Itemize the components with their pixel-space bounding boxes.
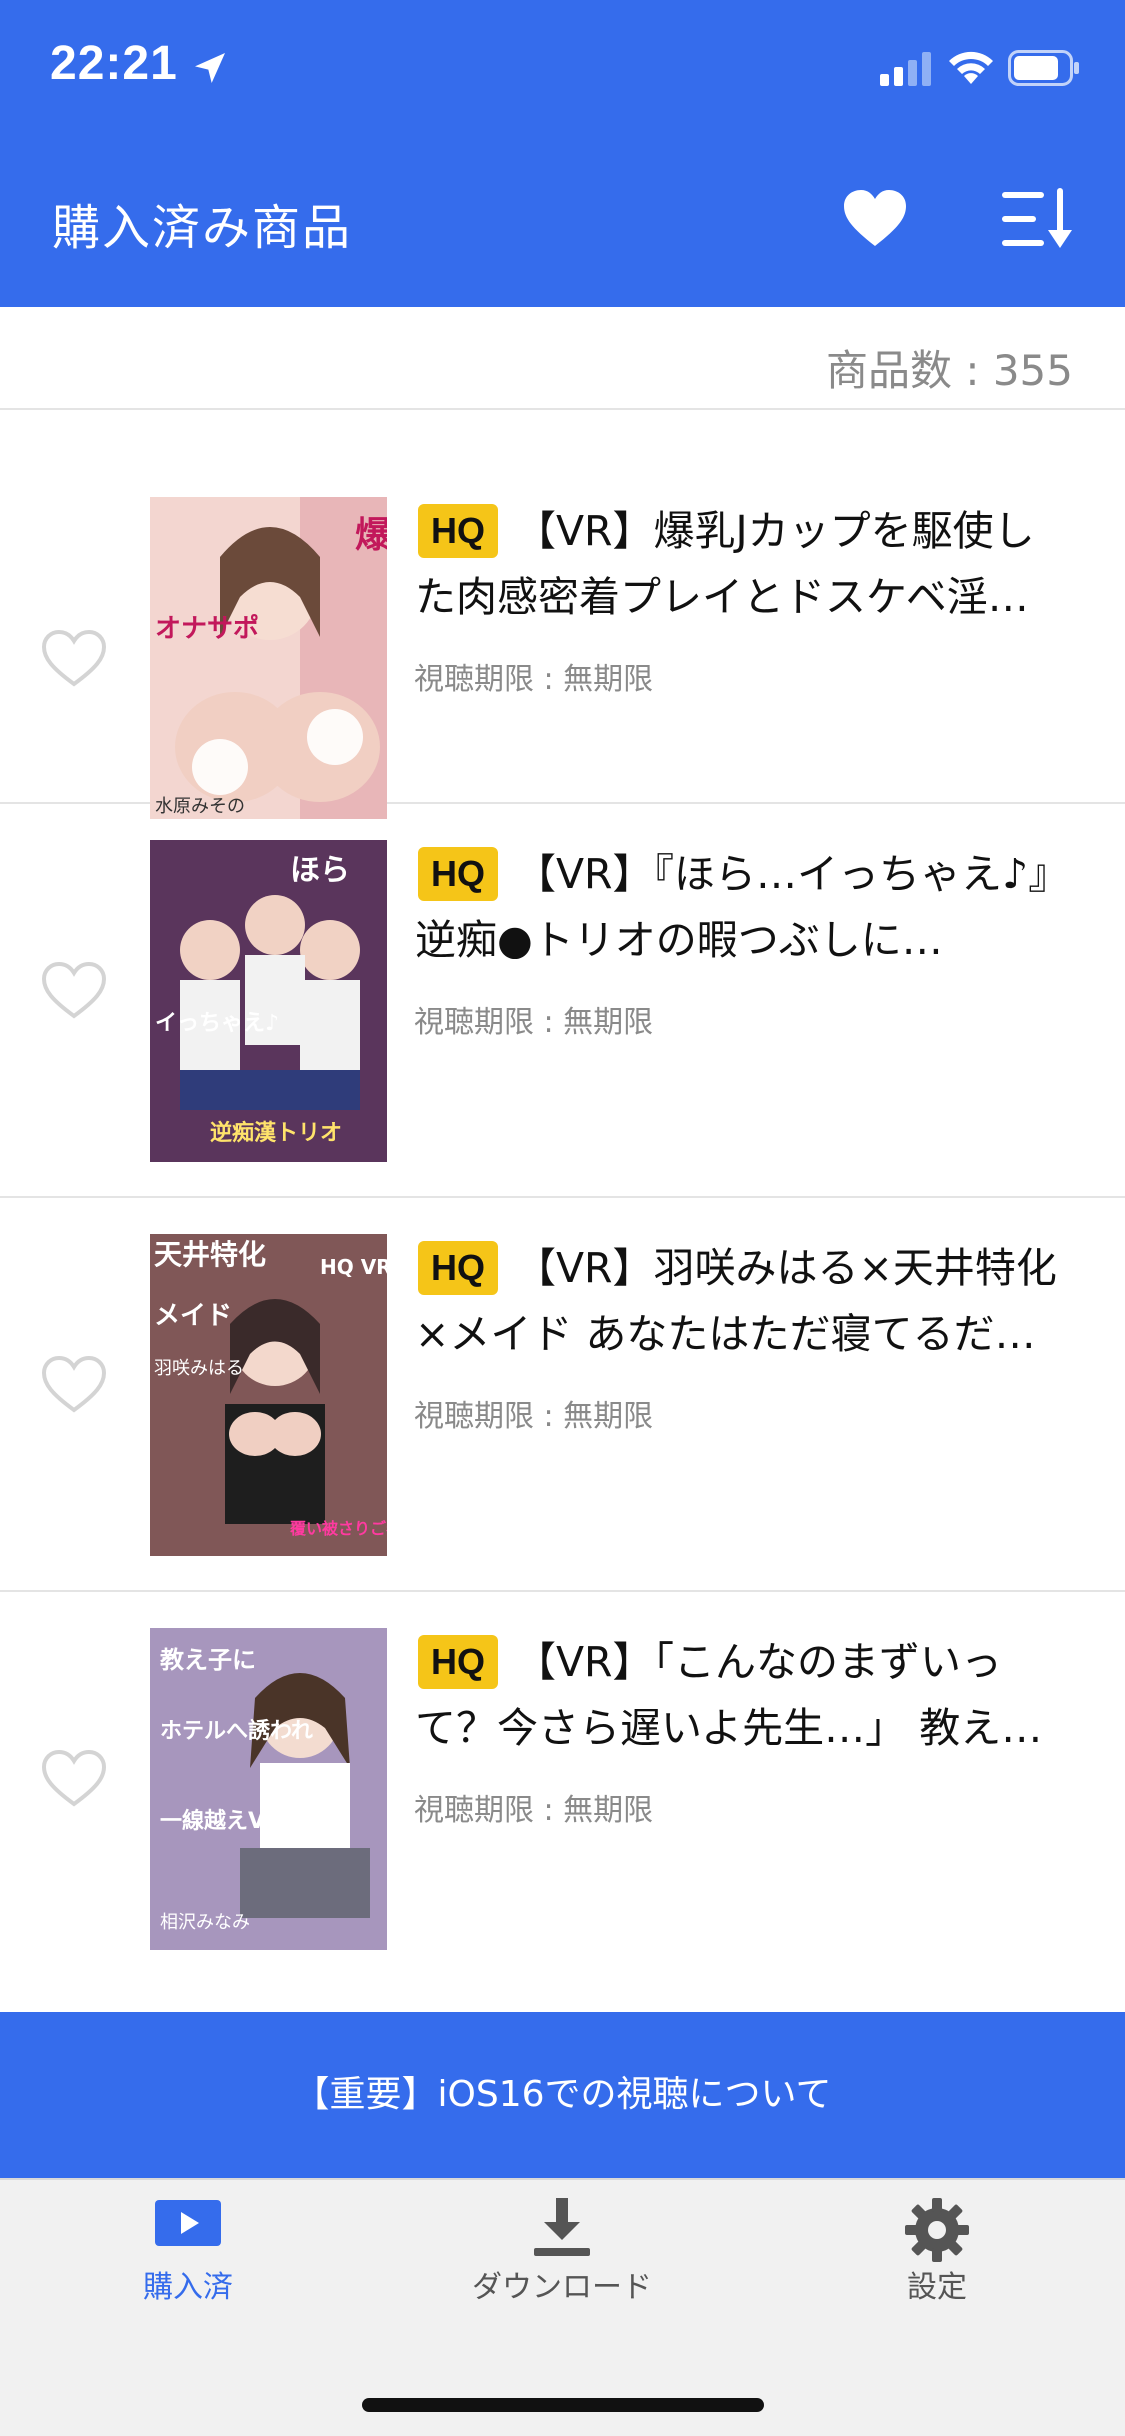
favorite-heart-outline-icon[interactable] xyxy=(40,1354,108,1416)
battery-icon xyxy=(1008,50,1079,86)
sort-icon[interactable] xyxy=(1002,186,1074,252)
cover-text: 覆い被さりご奉仕 xyxy=(289,1519,387,1538)
tab-settings[interactable]: 設定 xyxy=(807,2198,1067,2348)
status-time: 22:21 xyxy=(50,37,178,90)
cover-text: イっちゃえ♪ xyxy=(155,1011,279,1036)
favorites-heart-icon[interactable] xyxy=(842,188,908,250)
cover-text: 逆痴漢トリオ xyxy=(210,1120,342,1146)
tab-label: ダウンロード xyxy=(472,2270,652,2305)
tab-label: 設定 xyxy=(907,2270,967,2305)
cover-text: 相沢みなみ xyxy=(160,1912,250,1933)
product-title[interactable]: 【VR】『ほら…イっちゃえ♪』逆痴●トリオの暇つぶしに… xyxy=(415,841,1075,973)
list-item[interactable]: 教え子に ホテルへ誘われ 一線越えVR 相沢みなみ HQ 【VR】「こんなのまず… xyxy=(0,1592,1125,1986)
list-item[interactable]: 爆乳 オナサポ 水原みその HQ 【VR】爆乳Jカップを駆使した肉感密着プレイと… xyxy=(0,410,1125,819)
product-thumbnail[interactable]: ほら イっちゃえ♪ 逆痴漢トリオ xyxy=(150,840,387,1162)
tab-download[interactable]: ダウンロード xyxy=(432,2198,692,2348)
status-bar: 22:21 xyxy=(0,0,1125,130)
favorite-heart-outline-icon[interactable] xyxy=(40,960,108,1022)
download-icon xyxy=(534,2198,590,2256)
expiry-label: 視聴期限 : 無期限 xyxy=(414,1793,654,1828)
product-thumbnail[interactable]: 天井特化 メイド 羽咲みはる HQ VR 覆い被さりご奉仕 xyxy=(150,1234,387,1556)
page-title: 購入済み商品 xyxy=(52,200,353,256)
purchased-list[interactable]: 爆乳 オナサポ 水原みその HQ 【VR】爆乳Jカップを駆使した肉感密着プレイと… xyxy=(0,410,1125,2012)
expiry-label: 視聴期限 : 無期限 xyxy=(414,1005,654,1040)
favorite-heart-outline-icon[interactable] xyxy=(40,628,108,690)
product-title[interactable]: 【VR】「こんなのまずいって？今さら遅いよ先生…」 教え… xyxy=(415,1629,1075,1761)
item-count: 商品数 : 355 xyxy=(825,346,1073,395)
gear-icon xyxy=(905,2198,969,2262)
cover-text: 羽咲みはる xyxy=(154,1358,244,1379)
favorite-heart-outline-icon[interactable] xyxy=(40,1748,108,1810)
cover-text: 一線越えVR xyxy=(160,1808,282,1834)
product-thumbnail[interactable]: 爆乳 オナサポ 水原みその xyxy=(150,497,387,819)
cover-text: HQ VR xyxy=(320,1255,387,1279)
wifi-icon xyxy=(949,51,993,84)
location-arrow-icon xyxy=(195,53,225,83)
cover-text: オナサポ xyxy=(155,613,259,644)
product-thumbnail[interactable]: 教え子に ホテルへ誘われ 一線越えVR 相沢みなみ xyxy=(150,1628,387,1950)
cover-text: ほら xyxy=(290,853,350,888)
tab-purchased[interactable]: 購入済 xyxy=(58,2198,318,2348)
product-title[interactable]: 【VR】爆乳Jカップを駆使した肉感密着プレイとドスケベ淫… xyxy=(415,498,1075,630)
item-count-bar: 商品数 : 355 xyxy=(0,307,1125,410)
home-indicator xyxy=(362,2398,764,2412)
cover-text: 爆乳 xyxy=(355,515,387,556)
expiry-label: 視聴期限 : 無期限 xyxy=(414,1399,654,1434)
cover-text: ホテルへ誘われ xyxy=(160,1718,313,1744)
app-header: 購入済み商品 xyxy=(0,130,1125,307)
cover-text: メイド xyxy=(154,1301,232,1331)
play-icon xyxy=(155,2200,221,2246)
tab-label: 購入済 xyxy=(143,2270,233,2305)
product-title[interactable]: 【VR】羽咲みはる×天井特化×メイド あなたはただ寝てるだ… xyxy=(415,1235,1075,1367)
cover-text: 教え子に xyxy=(160,1646,256,1674)
list-item[interactable]: ほら イっちゃえ♪ 逆痴漢トリオ HQ 【VR】『ほら…イっちゃえ♪』逆痴●トリ… xyxy=(0,804,1125,1198)
list-item[interactable]: 天井特化 メイド 羽咲みはる HQ VR 覆い被さりご奉仕 HQ 【VR】羽咲み… xyxy=(0,1198,1125,1592)
ios16-notice-banner[interactable]: 【重要】iOS16での視聴について xyxy=(0,2012,1125,2178)
expiry-label: 視聴期限 : 無期限 xyxy=(414,662,654,697)
cellular-signal-icon xyxy=(880,52,931,86)
cover-text: 天井特化 xyxy=(154,1238,266,1271)
